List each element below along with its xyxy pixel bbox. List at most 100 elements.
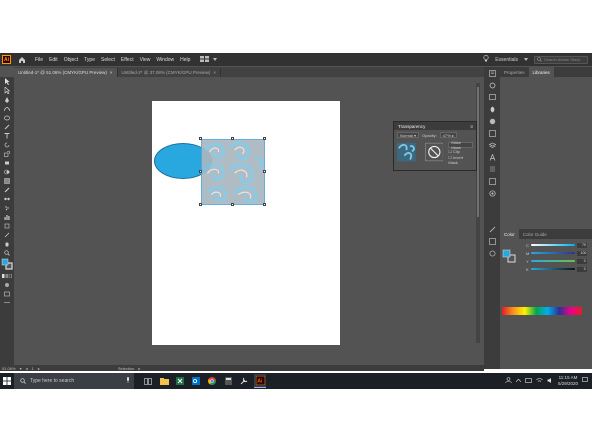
shape-builder-tool-icon[interactable] bbox=[0, 167, 14, 176]
microphone-icon[interactable] bbox=[126, 377, 130, 385]
file-explorer-icon[interactable] bbox=[158, 374, 170, 388]
eraser-tool-icon[interactable] bbox=[0, 158, 14, 167]
selection-handle[interactable] bbox=[199, 203, 202, 206]
menu-type[interactable]: Type bbox=[84, 57, 95, 63]
selection-handle[interactable] bbox=[231, 203, 234, 206]
fill-stroke-swatch[interactable] bbox=[0, 257, 14, 271]
home-icon[interactable] bbox=[17, 55, 26, 64]
paintbrush-tool-icon[interactable] bbox=[0, 122, 14, 131]
chevron-down-icon[interactable] bbox=[213, 57, 218, 63]
properties-icon[interactable] bbox=[484, 79, 500, 91]
layers-icon[interactable] bbox=[484, 139, 500, 151]
m-value[interactable]: 100 bbox=[577, 250, 588, 256]
taskbar-search-input[interactable]: Type here to search bbox=[14, 373, 134, 389]
chevron-up-icon[interactable] bbox=[515, 378, 522, 384]
tab-color[interactable]: Color bbox=[500, 229, 519, 239]
workspace-switcher[interactable]: Essentials bbox=[495, 57, 518, 63]
fill-stroke-swatch[interactable] bbox=[502, 249, 516, 263]
curvature-tool-icon[interactable] bbox=[0, 104, 14, 113]
libraries-icon[interactable] bbox=[484, 67, 500, 79]
screen-mode-icon[interactable] bbox=[0, 289, 14, 298]
panel-menu-icon[interactable]: ≡ bbox=[470, 124, 473, 129]
menu-select[interactable]: Select bbox=[101, 57, 115, 63]
type-tool-icon[interactable] bbox=[0, 131, 14, 140]
tab-untitled-1[interactable]: Untitled-1* @ 51.06% (CMYK/GPU Preview) … bbox=[14, 68, 118, 77]
menu-file[interactable]: File bbox=[35, 57, 43, 63]
invert-mask-checkbox[interactable]: ☐ Invert Mask bbox=[448, 155, 473, 165]
paragraph-icon[interactable] bbox=[484, 163, 500, 175]
eyedropper-tool-icon[interactable] bbox=[0, 185, 14, 194]
zoom-tool-icon[interactable] bbox=[0, 248, 14, 257]
c-value[interactable]: 79 bbox=[576, 242, 587, 248]
network-icon[interactable] bbox=[536, 377, 543, 385]
scale-tool-icon[interactable] bbox=[0, 149, 14, 158]
graphic-styles-icon[interactable] bbox=[484, 127, 500, 139]
blend-mode-select[interactable]: Normal ▾ bbox=[397, 132, 420, 138]
gradient-tool-icon[interactable] bbox=[0, 176, 14, 185]
stock-search-input[interactable]: Search Adobe Stock bbox=[534, 55, 588, 64]
tab-color-guide[interactable]: Color Guide bbox=[519, 229, 551, 239]
y-value[interactable]: 0 bbox=[576, 258, 587, 264]
blend-tool-icon[interactable] bbox=[0, 194, 14, 203]
people-icon[interactable] bbox=[505, 377, 512, 385]
volume-icon[interactable] bbox=[547, 377, 554, 385]
selection-handle[interactable] bbox=[263, 203, 266, 206]
menu-edit[interactable]: Edit bbox=[49, 57, 58, 63]
brushes-icon[interactable] bbox=[484, 247, 500, 259]
menu-view[interactable]: View bbox=[140, 57, 151, 63]
scrollbar-thumb[interactable] bbox=[477, 87, 479, 217]
pen-tool-icon[interactable] bbox=[0, 95, 14, 104]
color-channel-c[interactable]: C 79 bbox=[500, 241, 592, 249]
close-icon[interactable]: × bbox=[110, 70, 113, 75]
k-value[interactable]: 0 bbox=[576, 266, 587, 272]
selection-handle[interactable] bbox=[199, 170, 202, 173]
prev-artboard-icon[interactable]: ◂ bbox=[26, 366, 28, 371]
hand-tool-icon[interactable] bbox=[0, 239, 14, 248]
next-artboard-icon[interactable]: ▸ bbox=[38, 366, 40, 371]
task-view-icon[interactable] bbox=[142, 374, 154, 388]
direct-selection-tool-icon[interactable] bbox=[0, 86, 14, 95]
make-mask-button[interactable]: Make Mask bbox=[448, 140, 473, 150]
outlook-icon[interactable] bbox=[190, 374, 202, 388]
excel-icon[interactable] bbox=[174, 374, 186, 388]
windows-start-icon[interactable] bbox=[0, 373, 14, 389]
selection-handle[interactable] bbox=[199, 137, 202, 140]
menu-window[interactable]: Window bbox=[156, 57, 174, 63]
ellipse-tool-icon[interactable] bbox=[0, 113, 14, 122]
selection-handle[interactable] bbox=[231, 137, 234, 140]
c-slider[interactable] bbox=[530, 244, 575, 246]
opentype-icon[interactable] bbox=[484, 175, 500, 187]
chrome-icon[interactable] bbox=[206, 374, 218, 388]
column-graph-tool-icon[interactable] bbox=[0, 212, 14, 221]
calculator-icon[interactable] bbox=[222, 374, 234, 388]
slice-tool-icon[interactable] bbox=[0, 230, 14, 239]
edit-toolbar-icon[interactable] bbox=[0, 298, 14, 307]
chevron-down-icon[interactable] bbox=[524, 57, 528, 63]
symbol-sprayer-tool-icon[interactable] bbox=[0, 203, 14, 212]
pathfinder-icon[interactable] bbox=[484, 187, 500, 199]
menu-object[interactable]: Object bbox=[64, 57, 78, 63]
symbols-icon[interactable] bbox=[484, 103, 500, 115]
selection-handle[interactable] bbox=[263, 170, 266, 173]
tab-untitled-2[interactable]: Untitled-2* @ 37.08% (CMYK/GPU Preview) … bbox=[118, 68, 221, 77]
y-slider[interactable] bbox=[530, 260, 575, 262]
artboard-tool-icon[interactable] bbox=[0, 221, 14, 230]
color-panel-icon[interactable] bbox=[484, 223, 500, 235]
color-mode-icons[interactable] bbox=[0, 271, 14, 280]
artboard-number[interactable]: 1 bbox=[32, 366, 34, 371]
tab-libraries[interactable]: Libraries bbox=[528, 67, 554, 77]
menu-effect[interactable]: Effect bbox=[121, 57, 134, 63]
rotate-tool-icon[interactable] bbox=[0, 140, 14, 149]
character-icon[interactable] bbox=[484, 151, 500, 163]
selection-tool-icon[interactable] bbox=[0, 77, 14, 86]
swatches-icon[interactable] bbox=[484, 235, 500, 247]
arrange-documents-icon[interactable] bbox=[200, 55, 210, 64]
pattern-square-shape[interactable] bbox=[201, 139, 265, 205]
menu-help[interactable]: Help bbox=[180, 57, 190, 63]
status-menu-icon[interactable]: ▸ bbox=[138, 366, 140, 371]
selection-handle[interactable] bbox=[263, 137, 266, 140]
display-icon[interactable] bbox=[525, 377, 532, 385]
k-slider[interactable] bbox=[530, 268, 575, 270]
system-clock[interactable]: 11:15 AM 5/29/2020 bbox=[558, 375, 578, 387]
color-spectrum-bar[interactable] bbox=[502, 307, 582, 315]
